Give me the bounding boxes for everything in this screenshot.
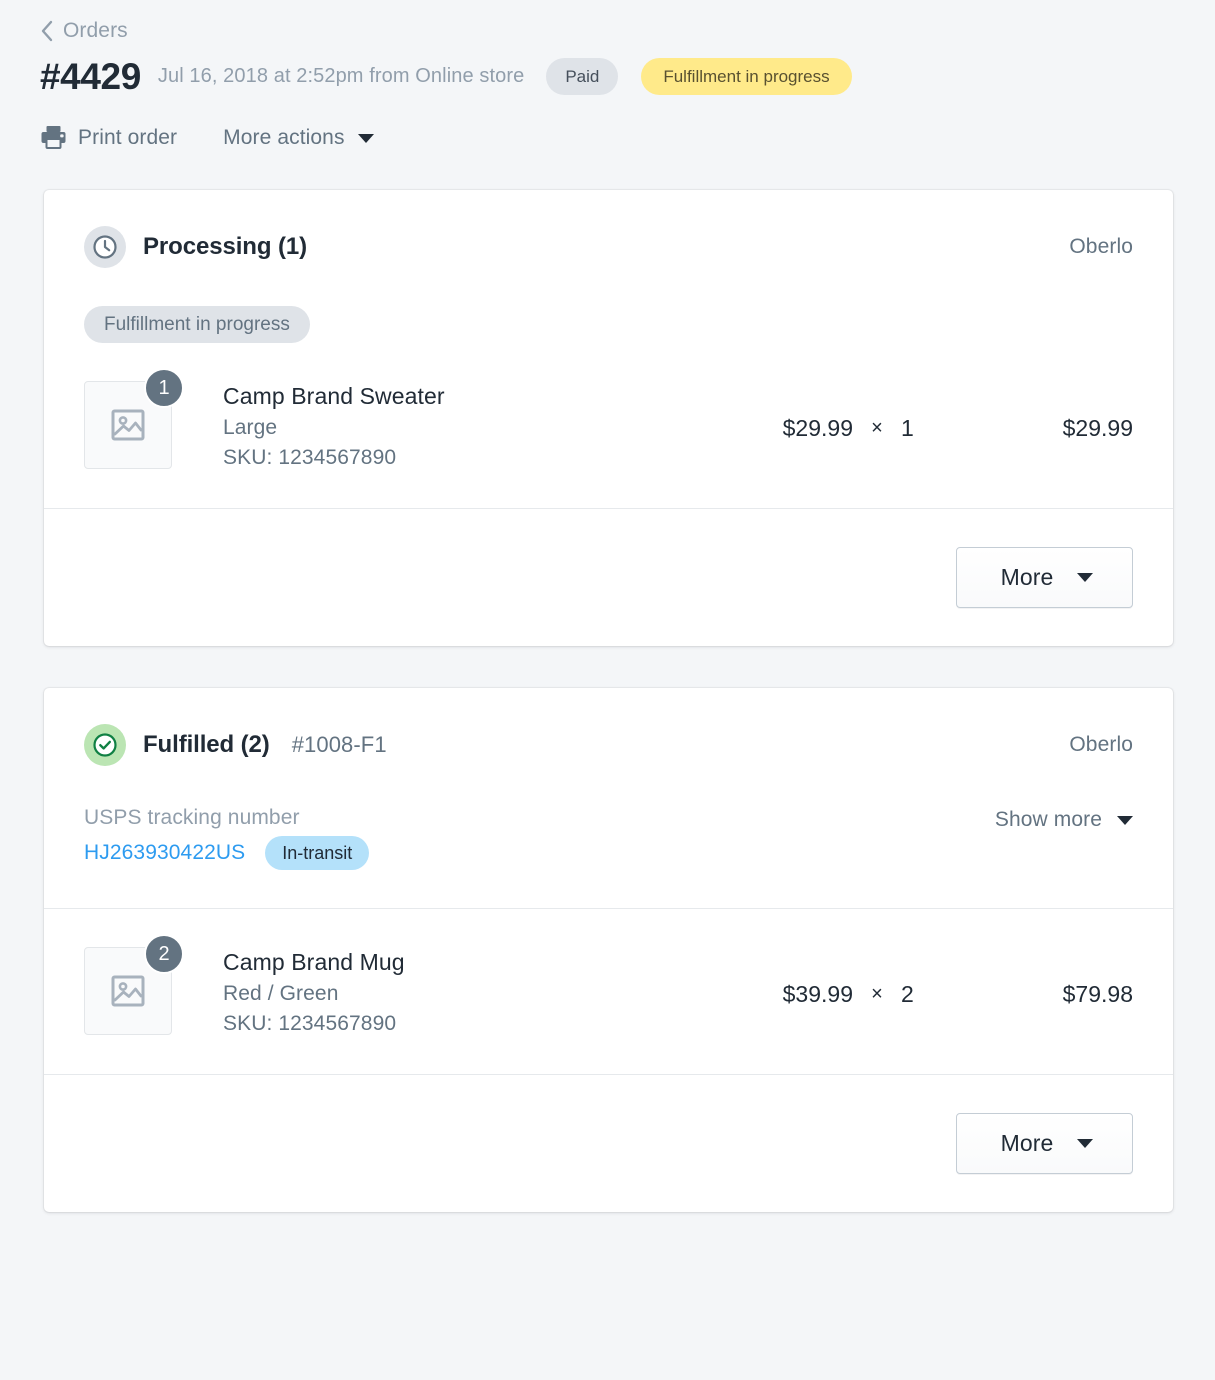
caret-down-icon (357, 133, 374, 143)
card-source-label: Oberlo (1069, 235, 1133, 258)
card-footer: More (44, 509, 1173, 646)
tracking-details: USPS tracking number HJ263930422US In-tr… (84, 806, 370, 870)
line-item-quantity-badge: 2 (144, 934, 184, 974)
more-button-label: More (1000, 564, 1054, 590)
line-item-total: $29.99 (1062, 415, 1133, 441)
line-item-variant: Red / Green (223, 982, 339, 1005)
printer-icon (40, 124, 67, 153)
line-item-quantity: 2 (901, 981, 914, 1007)
line-item-title[interactable]: Camp Brand Mug (223, 949, 405, 976)
order-detail-page: Orders #4429 Jul 16, 2018 at 2:52pm from… (0, 0, 1215, 1380)
line-item-thumbnail-wrap: 2 (84, 934, 184, 1035)
print-order-button[interactable]: Print order (40, 124, 177, 153)
line-item-quantity-badge: 1 (144, 368, 184, 408)
line-item-unit-price: $39.99 (782, 981, 853, 1007)
line-item-multiplier: × (871, 417, 883, 439)
card-title: Fulfilled (2) (143, 731, 270, 758)
more-actions-button[interactable]: More actions (223, 126, 374, 150)
tracking-value-row: HJ263930422US In-transit (84, 836, 370, 870)
line-item-thumbnail-wrap: 1 (84, 368, 184, 469)
line-item-info: Camp Brand Mug Red / Green SKU: 12345678… (223, 947, 405, 1036)
fulfillment-card-processing: Processing (1) Oberlo Fulfillment in pro… (44, 190, 1173, 646)
tracking-status-badge: In-transit (265, 836, 370, 870)
show-more-button[interactable]: Show more (995, 806, 1133, 832)
line-item-pricing: $29.99 × 1 $29.99 (735, 381, 1133, 442)
line-item-sku: SKU: 1234567890 (223, 1012, 397, 1035)
card-status-pill-row: Fulfillment in progress (44, 268, 1173, 343)
more-button[interactable]: More (956, 1113, 1133, 1174)
order-meta: Jul 16, 2018 at 2:52pm from Online store (157, 64, 525, 87)
status-badge-fulfillment: Fulfillment in progress (641, 57, 852, 95)
line-item-pricing: $39.99 × 2 $79.98 (735, 947, 1133, 1008)
tracking-number-link[interactable]: HJ263930422US (84, 841, 245, 865)
tracking-label: USPS tracking number (84, 806, 300, 829)
clock-icon (84, 226, 126, 268)
print-order-label: Print order (78, 126, 178, 149)
more-actions-label: More actions (223, 126, 345, 149)
status-badge: Fulfillment in progress (84, 306, 310, 343)
more-button[interactable]: More (956, 547, 1133, 608)
page-title: #4429 (40, 55, 141, 97)
line-item-multiplier: × (871, 983, 883, 1005)
line-item-variant: Large (223, 416, 278, 439)
card-fulfillment-id: #1008-F1 (291, 732, 387, 757)
card-header: Fulfilled (2) #1008-F1 Oberlo (44, 688, 1173, 766)
tracking-section: USPS tracking number HJ263930422US In-tr… (44, 766, 1173, 870)
line-item: 2 Camp Brand Mug Red / Green SKU: 123456… (44, 909, 1173, 1074)
card-title: Processing (1) (143, 233, 307, 260)
chevron-left-icon (40, 20, 54, 42)
card-source-label: Oberlo (1069, 733, 1133, 756)
line-item-unit-price: $29.99 (782, 415, 853, 441)
page-actions: Print order More actions (0, 102, 1215, 158)
fulfillment-card-fulfilled: Fulfilled (2) #1008-F1 Oberlo USPS track… (44, 688, 1173, 1212)
check-circle-icon (84, 724, 126, 766)
card-footer: More (44, 1075, 1173, 1212)
breadcrumb[interactable]: Orders (0, 0, 1215, 46)
line-item-info: Camp Brand Sweater Large SKU: 1234567890 (223, 381, 445, 470)
more-button-label: More (1000, 1130, 1054, 1156)
caret-down-icon (1077, 573, 1094, 582)
line-item-total: $79.98 (1062, 981, 1133, 1007)
line-item-title[interactable]: Camp Brand Sweater (223, 383, 445, 410)
line-item-quantity: 1 (901, 415, 914, 441)
line-item-sku: SKU: 1234567890 (223, 446, 397, 469)
status-badge-payment: Paid (546, 57, 619, 95)
show-more-label: Show more (994, 808, 1102, 831)
caret-down-icon (1117, 815, 1133, 825)
breadcrumb-label: Orders (63, 19, 128, 42)
page-title-row: #4429 Jul 16, 2018 at 2:52pm from Online… (0, 46, 1215, 102)
line-item: 1 Camp Brand Sweater Large SKU: 12345678… (44, 343, 1173, 508)
caret-down-icon (1077, 1139, 1094, 1148)
card-header: Processing (1) Oberlo (44, 190, 1173, 268)
